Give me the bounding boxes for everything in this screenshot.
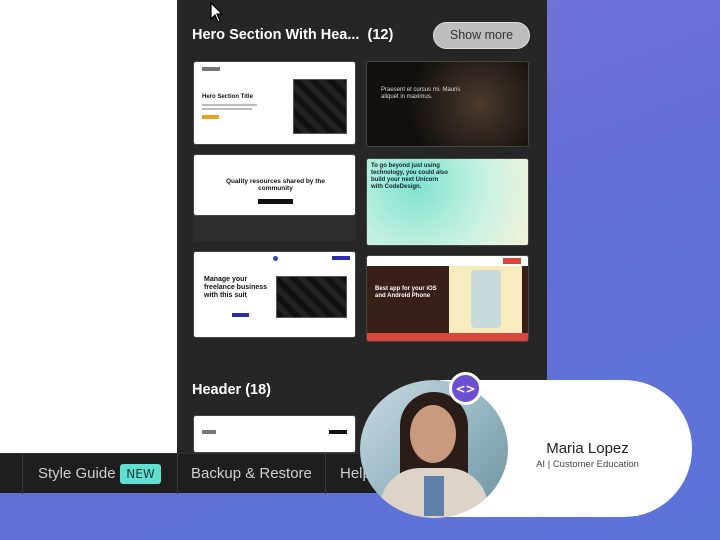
section-name: Header [192,382,242,398]
section-name: Hero Section With Hea... [192,27,360,43]
thumb-title: Manage your freelance business with this… [204,276,268,300]
template-thumbnail[interactable] [193,415,356,453]
new-badge: NEW [120,464,161,484]
thumb-title: Quality resources shared by the communit… [226,178,325,193]
thumb-title: Hero Section Title [202,94,253,100]
section-title-header: Header (18) [192,382,271,398]
template-thumbnail[interactable]: Quality resources shared by the communit… [193,154,356,216]
presenter-avatar [360,380,508,518]
section-title-hero: Hero Section With Hea... (12) [192,27,393,43]
mouse-cursor-icon [210,2,224,23]
style-guide-tab[interactable]: Style Guide [38,454,116,494]
template-thumbnail[interactable]: Manage your freelance business with this… [193,251,356,338]
thumb-text: To go beyond just using technology, you … [371,163,448,190]
template-thumbnail[interactable]: Hero Section Title [193,61,356,145]
template-thumbnail[interactable]: Best app for your iOS and Android Phone [366,255,529,342]
template-thumbnail[interactable]: To go beyond just using technology, you … [366,158,529,246]
template-thumbnail[interactable]: Praesent et cursus mi. Mauris aliquet in… [366,61,529,147]
section-count: (18) [245,382,271,398]
presenter-name: Maria Lopez [546,440,629,457]
logo [202,67,220,71]
thumb-title: Best app for your iOS and Android Phone [375,286,437,299]
show-more-button[interactable]: Show more [433,22,530,49]
section-count: (12) [367,27,394,43]
presenter-role: AI | Customer Education [536,459,639,470]
code-brackets-logo-icon: <> [449,372,482,405]
canvas-area [0,0,177,453]
backup-restore-tab[interactable]: Backup & Restore [191,454,312,494]
cta-button [202,115,219,119]
